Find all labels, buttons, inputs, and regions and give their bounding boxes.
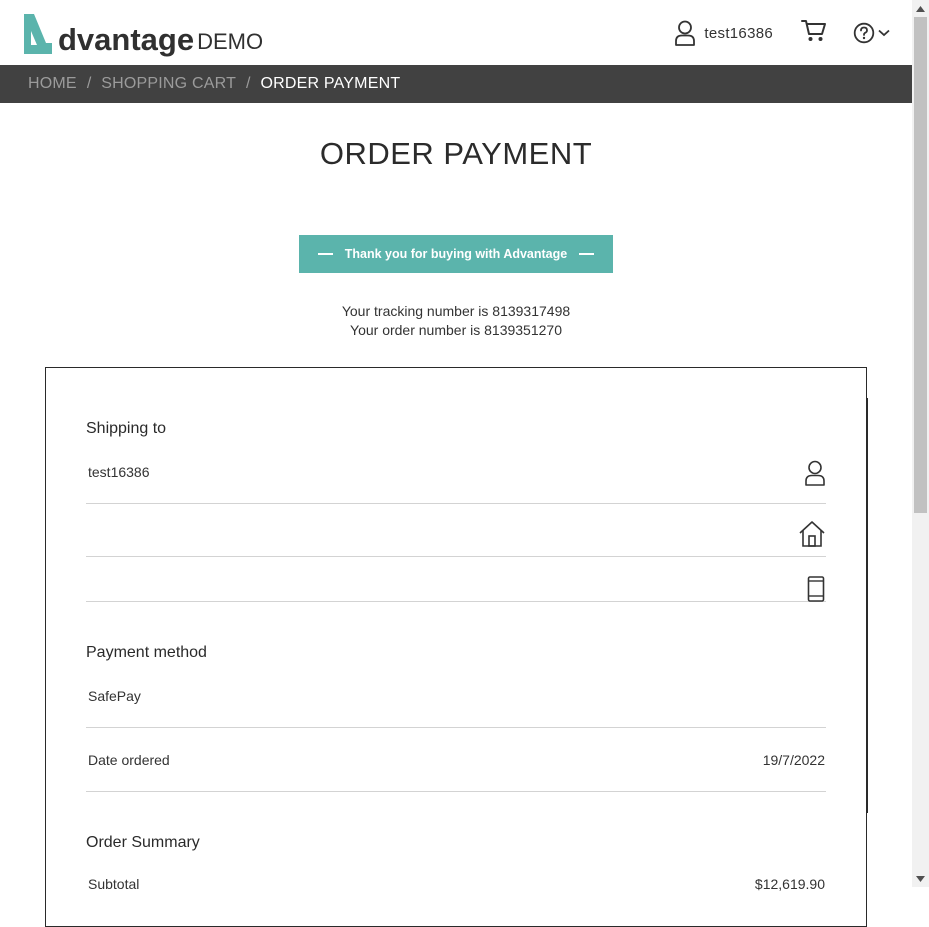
mobile-phone-icon: [807, 576, 825, 602]
scrollbar-thumb[interactable]: [914, 17, 927, 513]
header-actions: test16386: [674, 18, 890, 48]
shipping-address-row: [86, 504, 826, 557]
subtotal-label: Subtotal: [88, 876, 140, 892]
user-menu[interactable]: test16386: [674, 20, 773, 46]
breadcrumb-order-payment: ORDER PAYMENT: [260, 75, 401, 92]
order-number-text: Your order number is 8139351270: [350, 322, 562, 338]
shipping-name-row: test16386: [86, 448, 826, 504]
top-header: dvantage DEMO test16386: [0, 0, 912, 65]
shipping-phone-row: [86, 557, 826, 602]
scroll-up-button[interactable]: [912, 0, 929, 17]
breadcrumb-separator: /: [86, 75, 92, 92]
breadcrumb-separator: /: [246, 75, 251, 92]
user-icon: [675, 20, 696, 46]
subtotal-value: $12,619.90: [754, 876, 825, 892]
arrow-down-icon: [916, 875, 925, 882]
order-summary-title: Order Summary: [86, 834, 200, 851]
thank-you-banner: Thank you for buying with Advantage: [299, 235, 613, 273]
payment-method-row: SafePay: [86, 672, 826, 728]
card-edge: [866, 398, 868, 813]
subtotal-row: Subtotal $12,619.90: [86, 862, 826, 912]
shipping-title: Shipping to: [86, 420, 167, 437]
chevron-down-icon: [878, 29, 890, 37]
payment-method-title: Payment method: [86, 644, 207, 661]
thank-you-text: Thank you for buying with Advantage: [344, 247, 568, 261]
page-title: ORDER PAYMENT: [319, 136, 593, 171]
breadcrumb: HOME / SHOPPING CART / ORDER PAYMENT: [0, 65, 912, 103]
cart-icon: [801, 19, 826, 41]
breadcrumb-shopping-cart[interactable]: SHOPPING CART: [101, 75, 236, 93]
breadcrumb-home[interactable]: HOME: [28, 75, 77, 93]
advantage-logo[interactable]: dvantage DEMO: [22, 10, 264, 57]
user-icon: [805, 460, 825, 486]
date-ordered-value: 19/7/2022: [762, 752, 825, 768]
scroll-down-button[interactable]: [912, 870, 929, 887]
date-ordered-row: Date ordered 19/7/2022: [86, 728, 826, 792]
order-details-card: Shipping to test16386 Payment method Saf…: [45, 367, 867, 927]
arrow-up-icon: [916, 5, 925, 12]
logo-word: dvantage: [58, 22, 195, 57]
logo-suffix: DEMO: [197, 29, 264, 54]
help-menu[interactable]: [853, 22, 890, 44]
dash-left: [317, 253, 333, 255]
help-icon: [853, 22, 875, 44]
order-numbers: Your tracking number is 8139317498 Your …: [0, 302, 912, 340]
home-icon: [799, 521, 825, 547]
payment-method-value: SafePay: [88, 688, 141, 704]
date-ordered-label: Date ordered: [88, 752, 170, 768]
cart-button[interactable]: [801, 19, 827, 48]
shipping-name: test16386: [88, 464, 150, 480]
username-label: test16386: [704, 24, 773, 42]
logo-mark-icon: [24, 14, 52, 54]
vertical-scrollbar[interactable]: [912, 0, 929, 887]
tracking-number-text: Your tracking number is 8139317498: [341, 303, 571, 319]
dash-right: [579, 253, 595, 255]
